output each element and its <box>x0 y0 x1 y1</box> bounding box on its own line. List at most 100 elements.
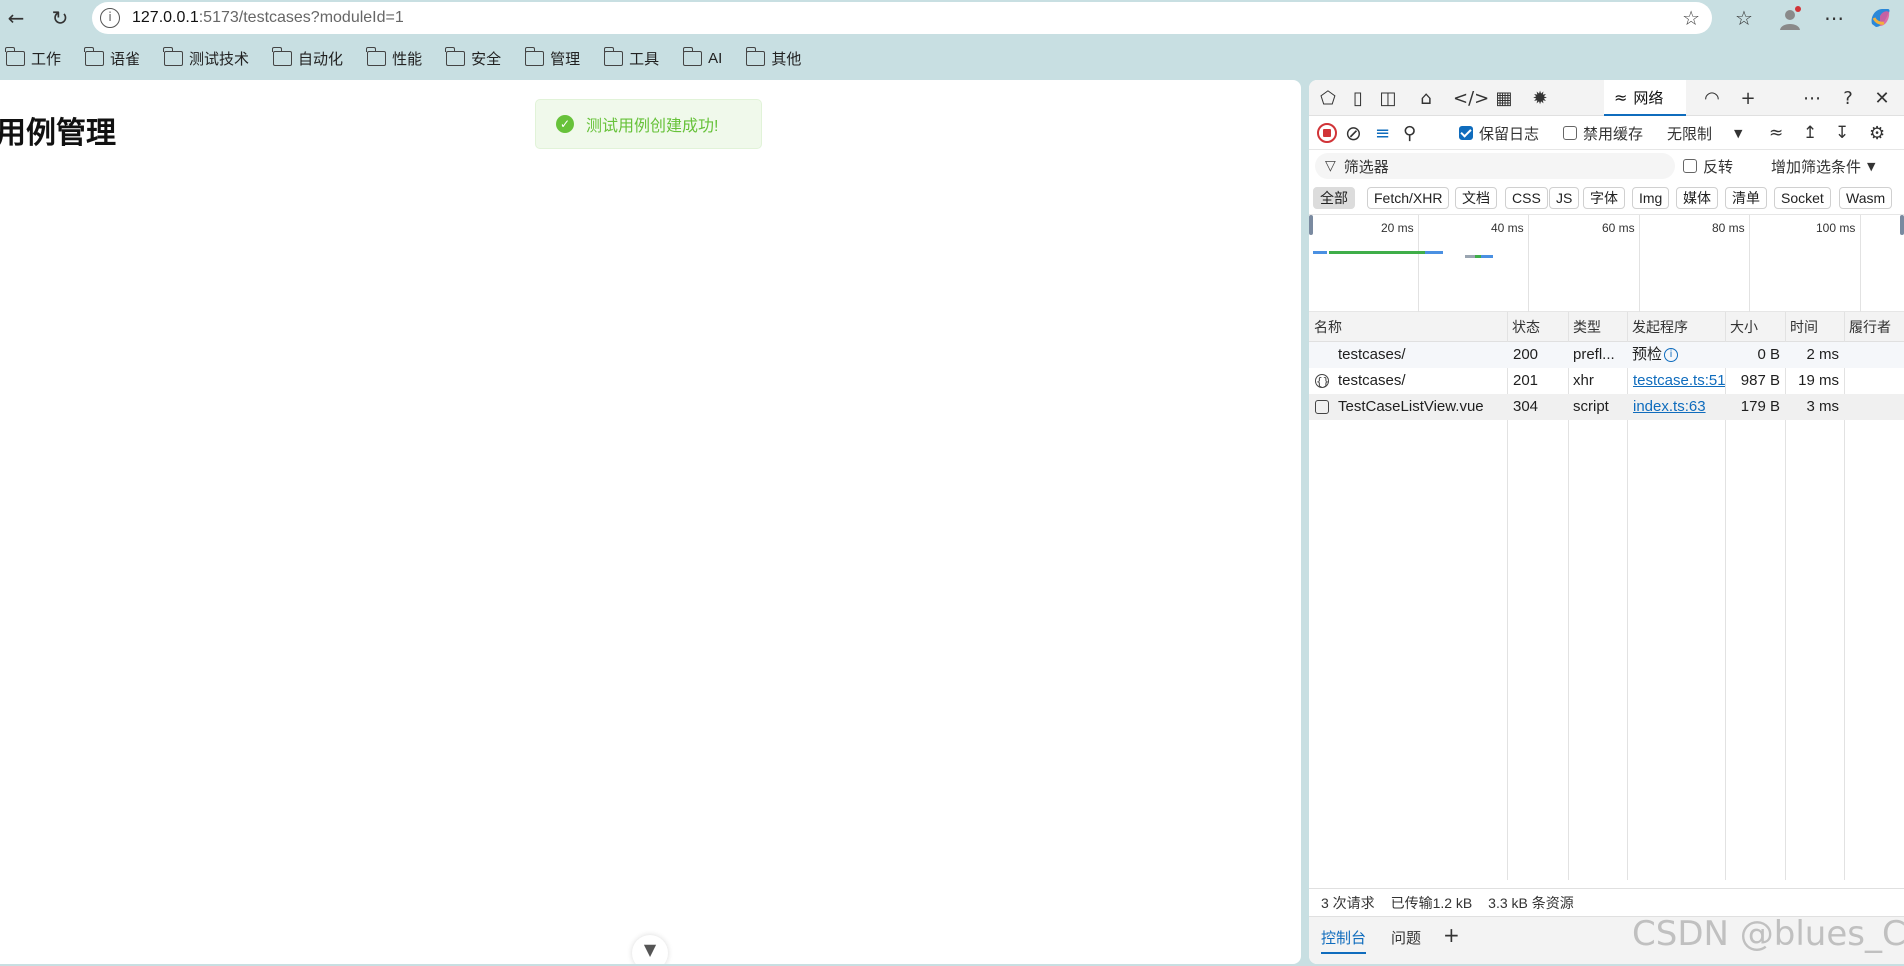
inspect-element-icon[interactable]: ⬠ <box>1315 86 1341 112</box>
clear-log-icon[interactable]: ⊘ <box>1345 120 1362 146</box>
timeline-tick: 80 ms <box>1712 221 1745 235</box>
throttling-select[interactable]: 无限制 ▼ <box>1667 120 1742 146</box>
import-har-icon[interactable]: ↥ <box>1803 120 1817 146</box>
type-filter-media[interactable]: 媒体 <box>1676 187 1718 209</box>
back-arrow-icon[interactable]: ← <box>2 4 30 32</box>
filter-input[interactable]: ▽ 筛选器 <box>1315 153 1675 179</box>
network-summary-bar: 3 次请求 已传输1.2 kB 3.3 kB 条资源 <box>1309 888 1904 916</box>
type-filter-js[interactable]: JS <box>1549 187 1580 209</box>
type-filter-fetch-xhr[interactable]: Fetch/XHR <box>1367 187 1450 209</box>
request-initiator-link[interactable]: index.ts:63 <box>1633 394 1725 420</box>
console-tab-icon[interactable]: ▦ <box>1491 86 1517 112</box>
timeline-bar <box>1425 251 1443 254</box>
invert-checkbox[interactable]: 反转 <box>1683 153 1733 179</box>
bookmark-folder[interactable]: AI <box>682 44 722 72</box>
preserve-log-checkbox[interactable]: 保留日志 <box>1459 120 1539 146</box>
favorite-star-icon[interactable]: ☆ <box>1682 6 1700 30</box>
help-icon[interactable]: ? <box>1835 86 1861 112</box>
timeline-bar <box>1465 255 1475 258</box>
column-header-fulfilled-by[interactable]: 履行者 <box>1844 312 1904 342</box>
bookmark-folder[interactable]: 管理 <box>524 44 580 72</box>
request-status: 200 <box>1513 346 1539 363</box>
column-header-size[interactable]: 大小 <box>1725 312 1785 342</box>
settings-gear-icon[interactable]: ⚙ <box>1869 120 1885 146</box>
device-emulation-icon[interactable]: ▯ <box>1345 86 1371 112</box>
copilot-icon[interactable] <box>1866 4 1894 32</box>
chevron-down-icon: ▼ <box>1867 159 1876 173</box>
network-toolbar: ⊘ ≡ ⚲ 保留日志 禁用缓存 无限制 ▼ ≈ ↥ ↧ ⚙ <box>1309 116 1904 150</box>
timeline-range-handle[interactable] <box>1900 215 1904 235</box>
network-conditions-icon[interactable]: ≈ <box>1769 120 1783 146</box>
timeline-gridline <box>1860 215 1861 313</box>
filter-toggle-icon[interactable]: ≡ <box>1375 120 1390 146</box>
disable-cache-checkbox[interactable]: 禁用缓存 <box>1563 120 1643 146</box>
web-page-content: 用例管理 ✓ 测试用例创建成功! ▼ <box>0 80 1301 964</box>
timeline-gridline <box>1749 215 1750 313</box>
resources-size: 3.3 kB 条资源 <box>1488 895 1574 911</box>
dock-side-icon[interactable]: ◫ <box>1375 86 1401 112</box>
bookmark-folder[interactable]: 自动化 <box>272 44 343 72</box>
sources-bug-icon[interactable]: ✹ <box>1527 86 1553 112</box>
type-filter-wasm[interactable]: Wasm <box>1839 187 1893 209</box>
type-filter-img[interactable]: Img <box>1632 187 1670 209</box>
more-menu-icon[interactable]: ⋯ <box>1820 4 1848 32</box>
bookmark-folder[interactable]: 测试技术 <box>163 44 249 72</box>
search-icon[interactable]: ⚲ <box>1403 120 1416 146</box>
request-type: xhr <box>1573 372 1594 389</box>
favorites-icon[interactable]: ☆ <box>1730 4 1758 32</box>
timeline-range-handle[interactable] <box>1309 215 1313 235</box>
timeline-overview[interactable]: 20 ms 40 ms 60 ms 80 ms 100 ms <box>1309 214 1904 313</box>
request-name: TestCaseListView.vue <box>1338 398 1484 415</box>
column-header-time[interactable]: 时间 <box>1785 312 1844 342</box>
url-text[interactable]: 127.0.0.1:5173/testcases?moduleId=1 <box>132 9 404 27</box>
export-har-icon[interactable]: ↧ <box>1835 120 1849 146</box>
bookmark-folder[interactable]: 语雀 <box>84 44 140 72</box>
more-tools-icon[interactable]: ⋯ <box>1799 86 1825 112</box>
profile-avatar-icon[interactable] <box>1776 4 1804 32</box>
timeline-tick: 100 ms <box>1816 221 1856 235</box>
column-header-type[interactable]: 类型 <box>1568 312 1627 342</box>
tab-issues[interactable]: 问题 <box>1391 927 1421 948</box>
folder-icon <box>745 46 766 66</box>
bookmark-folder[interactable]: 性能 <box>366 44 422 72</box>
table-row[interactable]: {} testcases/ 201 xhr testcase.ts:51 987… <box>1309 368 1904 394</box>
add-tab-icon[interactable]: + <box>1735 86 1761 112</box>
record-button[interactable] <box>1317 120 1337 146</box>
folder-icon <box>5 46 25 66</box>
info-icon[interactable]: i <box>1664 348 1679 363</box>
address-bar[interactable]: i 127.0.0.1:5173/testcases?moduleId=1 ☆ <box>92 2 1712 34</box>
request-name: testcases/ <box>1338 346 1406 363</box>
type-filter-css[interactable]: CSS <box>1505 187 1548 209</box>
request-initiator-link[interactable]: testcase.ts:51 <box>1633 368 1725 394</box>
table-row[interactable]: ​ TestCaseListView.vue 304 script index.… <box>1309 394 1904 420</box>
bookmark-folder[interactable]: 其他 <box>745 44 801 72</box>
bookmark-folder[interactable]: 工具 <box>603 44 659 72</box>
bookmark-folder[interactable]: 工作 <box>5 44 61 72</box>
type-filter-all[interactable]: 全部 <box>1313 187 1355 209</box>
tab-network[interactable]: ≈ 网络 <box>1604 80 1686 116</box>
type-filter-socket[interactable]: Socket <box>1774 187 1831 209</box>
performance-gauge-icon[interactable]: ◠ <box>1699 86 1725 112</box>
site-info-icon[interactable]: i <box>100 8 120 28</box>
refresh-icon[interactable]: ↻ <box>46 4 74 32</box>
type-filter-font[interactable]: 字体 <box>1583 187 1625 209</box>
type-filter-manifest[interactable]: 清单 <box>1725 187 1767 209</box>
elements-tab-icon[interactable]: </> <box>1453 86 1489 112</box>
column-header-name[interactable]: 名称 <box>1309 312 1507 342</box>
welcome-home-icon[interactable]: ⌂ <box>1413 86 1439 112</box>
table-row[interactable]: testcases/ 200 prefl... 预检 i 0 B 2 ms <box>1309 342 1904 368</box>
type-filter-doc[interactable]: 文档 <box>1455 187 1497 209</box>
request-time: 19 ms <box>1798 372 1839 389</box>
folder-icon <box>524 46 545 66</box>
column-header-status[interactable]: 状态 <box>1507 312 1568 342</box>
checkbox-checked-icon <box>1459 126 1473 140</box>
check-circle-icon: ✓ <box>556 115 574 133</box>
vue-devtools-toggle-icon[interactable]: ▼ <box>632 935 668 964</box>
request-count: 3 次请求 <box>1321 895 1375 911</box>
more-filters-dropdown[interactable]: 增加筛选条件 ▼ <box>1771 153 1875 179</box>
add-drawer-tab-icon[interactable]: + <box>1443 923 1460 947</box>
tab-console[interactable]: 控制台 <box>1321 927 1367 954</box>
column-header-initiator[interactable]: 发起程序 <box>1627 312 1725 342</box>
bookmark-folder[interactable]: 安全 <box>445 44 501 72</box>
close-devtools-icon[interactable]: ✕ <box>1869 86 1895 112</box>
